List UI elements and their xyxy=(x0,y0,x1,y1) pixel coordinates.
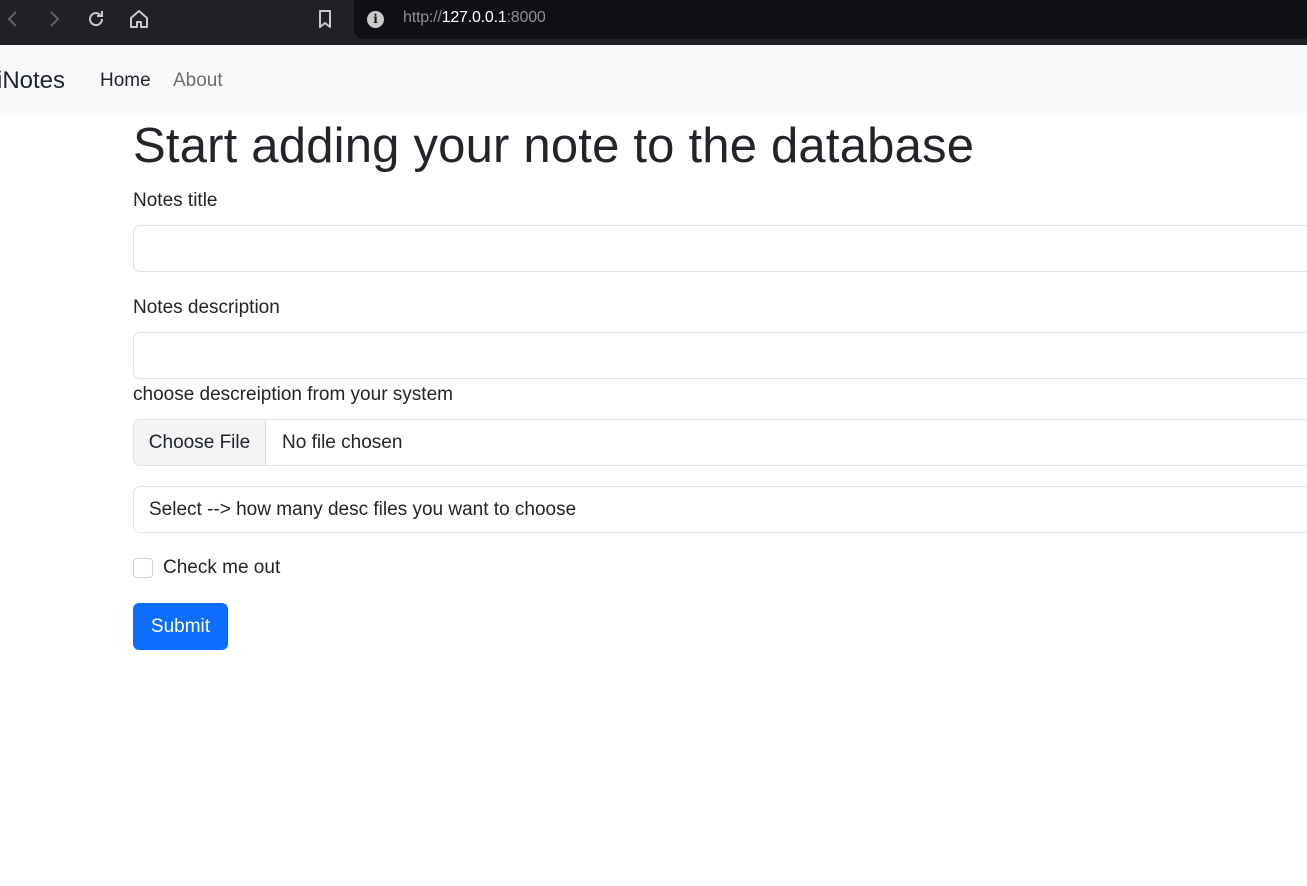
file-label: choose descreiption from your system xyxy=(133,384,453,405)
forward-icon[interactable] xyxy=(41,6,67,32)
reload-icon[interactable] xyxy=(83,6,109,32)
address-url[interactable]: http://127.0.0.1:8000 xyxy=(403,9,546,27)
home-icon[interactable] xyxy=(126,6,152,32)
notes-title-input[interactable] xyxy=(133,225,1307,272)
bookmark-icon[interactable] xyxy=(312,6,338,32)
back-icon[interactable] xyxy=(0,6,26,32)
nav-link-home[interactable]: Home xyxy=(100,70,151,92)
desc-files-select[interactable]: Select --> how many desc files you want … xyxy=(133,486,1307,533)
page-title: Start adding your note to the database xyxy=(133,119,975,173)
url-port: :8000 xyxy=(506,9,546,26)
select-value: Select --> how many desc files you want … xyxy=(149,499,577,520)
url-scheme: http:// xyxy=(403,9,442,26)
address-bar[interactable]: i http://127.0.0.1:8000 xyxy=(354,0,1307,39)
submit-button[interactable]: Submit xyxy=(133,603,228,650)
checkbox-label[interactable]: Check me out xyxy=(163,557,280,579)
file-input[interactable]: Choose File No file chosen xyxy=(133,419,1307,466)
file-status: No file chosen xyxy=(282,432,403,453)
notes-title-label: Notes title xyxy=(133,190,218,211)
nav-link-about[interactable]: About xyxy=(173,70,223,92)
navbar-brand[interactable]: iNotes xyxy=(0,67,65,95)
check-me-out-checkbox[interactable] xyxy=(133,558,153,578)
notes-description-input[interactable] xyxy=(133,332,1307,379)
notes-description-label: Notes description xyxy=(133,297,280,318)
choose-file-button[interactable]: Choose File xyxy=(134,420,266,465)
site-info-icon[interactable]: i xyxy=(367,11,384,28)
browser-toolbar: i http://127.0.0.1:8000 xyxy=(0,0,1307,45)
navbar: iNotes Home About xyxy=(0,45,1307,115)
url-host: 127.0.0.1 xyxy=(441,9,507,26)
